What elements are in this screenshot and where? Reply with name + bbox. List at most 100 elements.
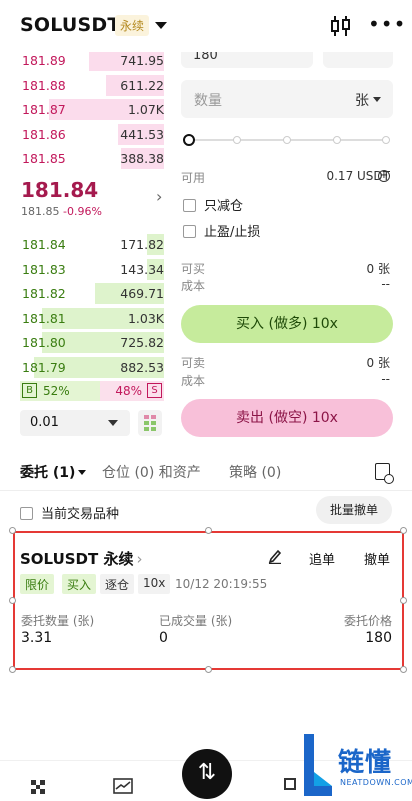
bid-row[interactable]: 181.79 882.53 <box>20 355 164 380</box>
sell-ratio: 48% <box>115 384 142 398</box>
bid-row[interactable]: 181.80 725.82 <box>20 330 164 355</box>
header: SOLUSDT 永续 ••• <box>0 0 412 52</box>
buy-long-button[interactable]: 买入 (做多) 10x <box>181 305 393 343</box>
quantity-unit[interactable]: 张 <box>355 90 369 110</box>
depth-layout-icon[interactable] <box>138 410 162 436</box>
ask-price: 181.89 <box>22 53 66 68</box>
ask-quantity: 741.95 <box>120 53 164 68</box>
bid-price: 181.80 <box>22 335 66 351</box>
chevron-down-icon <box>108 420 118 426</box>
order-symbol[interactable]: SOLUSDT 永续 › <box>20 548 142 569</box>
tab-positions[interactable]: 仓位 (0) 和资产 <box>102 462 201 482</box>
can-buy-value: 0 张 <box>366 262 390 276</box>
tp-sl-label: 止盈/止损 <box>204 225 261 240</box>
bid-row[interactable]: 181.82 469.71 <box>20 281 164 306</box>
trade-swap-icon[interactable]: ⇅ <box>182 749 232 799</box>
margin-mode-badge: 逐仓 <box>100 574 135 594</box>
sell-short-button[interactable]: 卖出 (做空) 10x <box>181 399 393 437</box>
order-amount-value: 3.31 <box>21 630 53 646</box>
ask-row[interactable]: 181.86 441.53 <box>20 122 164 147</box>
buy-sell-ratio: B 52% 48% S <box>20 381 164 401</box>
neatdown-logo-icon <box>304 734 332 796</box>
bid-price: 181.79 <box>22 359 66 375</box>
ask-row[interactable]: 181.88 611.22 <box>20 73 164 98</box>
order-book-bids: 181.84 171.82 181.83 143.34 181.82 469.71 181.… <box>20 232 164 380</box>
reduce-only-checkbox[interactable]: 只减仓 <box>183 195 243 214</box>
edit-pencil-icon[interactable] <box>268 548 282 564</box>
current-symbol-filter[interactable]: 当前交易品种 <box>20 503 119 522</box>
bid-price: 181.82 <box>22 286 66 302</box>
selection-handle[interactable] <box>400 597 407 604</box>
slider-mark[interactable] <box>283 136 291 144</box>
trading-page: SOLUSDT 永续 ••• 181.89 741.95 181.88 611.22 1… <box>0 0 412 801</box>
symbol-dropdown-icon[interactable] <box>155 22 167 29</box>
chase-order-button[interactable]: 追单 <box>309 549 335 568</box>
chevron-right-icon: › <box>136 550 143 568</box>
slider-mark[interactable] <box>333 136 341 144</box>
sell-badge: S <box>147 383 162 398</box>
selection-handle[interactable] <box>9 666 16 673</box>
selection-handle[interactable] <box>9 597 16 604</box>
slider-thumb[interactable] <box>183 134 195 146</box>
quantity-slider[interactable] <box>183 134 391 146</box>
cost-label: 成本 <box>181 279 206 293</box>
order-price-label: 委托价格 <box>343 614 392 628</box>
cancel-order-button[interactable]: 撤单 <box>364 549 390 568</box>
more-menu-icon[interactable]: ••• <box>368 14 406 34</box>
divider <box>0 490 412 491</box>
ask-row[interactable]: 181.85 388.38 <box>20 146 164 171</box>
quantity-input[interactable]: 数量 张 <box>181 80 393 118</box>
slider-mark[interactable] <box>233 136 241 144</box>
chevron-right-icon[interactable]: › <box>156 187 162 206</box>
price-change: -0.96% <box>63 205 102 218</box>
bid-price: 181.84 <box>22 237 66 252</box>
ask-quantity: 611.22 <box>120 77 164 93</box>
tab-orders[interactable]: 委托 (1) <box>20 462 87 482</box>
selection-handle[interactable] <box>9 527 16 534</box>
order-time: 10/12 20:19:55 <box>175 577 268 591</box>
can-sell-value: 0 张 <box>366 356 390 370</box>
selection-handle[interactable] <box>205 527 212 534</box>
last-price: 181.84 <box>21 178 99 202</box>
candlestick-chart-icon[interactable] <box>330 14 352 38</box>
add-funds-icon[interactable]: + <box>378 170 390 182</box>
contract-tag: 永续 <box>115 15 150 36</box>
cost-value: -- <box>381 277 390 291</box>
selection-handle[interactable] <box>400 527 407 534</box>
bids-list: 181.84 171.82 181.83 143.34 181.82 469.71 181.… <box>20 232 164 380</box>
current-symbol-label: 当前交易品种 <box>41 507 120 522</box>
tp-sl-checkbox[interactable]: 止盈/止损 <box>183 221 260 240</box>
ask-price: 181.88 <box>22 77 66 93</box>
mark-price-row: 181.85 -0.96% <box>21 205 102 218</box>
order-amount-label: 委托数量 (张) <box>21 614 95 628</box>
ask-row[interactable]: 181.87 1.07K <box>20 97 164 122</box>
price-step-select[interactable]: 0.01 <box>20 410 130 436</box>
bid-row[interactable]: 181.84 171.82 <box>20 232 164 257</box>
symbol-title[interactable]: SOLUSDT <box>20 14 121 36</box>
batch-cancel-button[interactable]: 批量撤单 <box>316 496 392 524</box>
sell-cost-label: 成本 <box>181 374 206 388</box>
checkbox <box>183 225 196 238</box>
order-price-value: 180 <box>365 630 392 646</box>
selection-handle[interactable] <box>400 666 407 673</box>
grid-home-icon[interactable] <box>30 779 46 795</box>
order-history-icon[interactable] <box>375 463 394 484</box>
tab-strategies[interactable]: 策略 (0) <box>229 462 281 482</box>
watermark-title: 链懂 <box>338 748 393 778</box>
orders-tabs: 委托 (1) 仓位 (0) 和资产 策略 (0) <box>0 458 412 492</box>
watermark-subtitle: NEATDOWN.COM <box>340 778 412 787</box>
selection-handle[interactable] <box>205 666 212 673</box>
checkbox <box>20 507 33 520</box>
bid-quantity: 171.82 <box>120 237 164 252</box>
tab-orders-label: 委托 (1) <box>20 465 76 481</box>
market-chart-icon[interactable] <box>113 778 133 794</box>
bid-row[interactable]: 181.81 1.03K <box>20 306 164 331</box>
slider-mark[interactable] <box>382 136 390 144</box>
chevron-down-icon <box>78 470 87 475</box>
order-book: 181.89 741.95 181.88 611.22 181.87 1.07K 181.8… <box>20 48 164 171</box>
ask-quantity: 441.53 <box>120 126 164 142</box>
bid-row[interactable]: 181.83 143.34 <box>20 257 164 282</box>
price-step-value: 0.01 <box>30 415 59 430</box>
assets-icon[interactable] <box>284 778 296 790</box>
bid-quantity: 882.53 <box>120 359 164 375</box>
